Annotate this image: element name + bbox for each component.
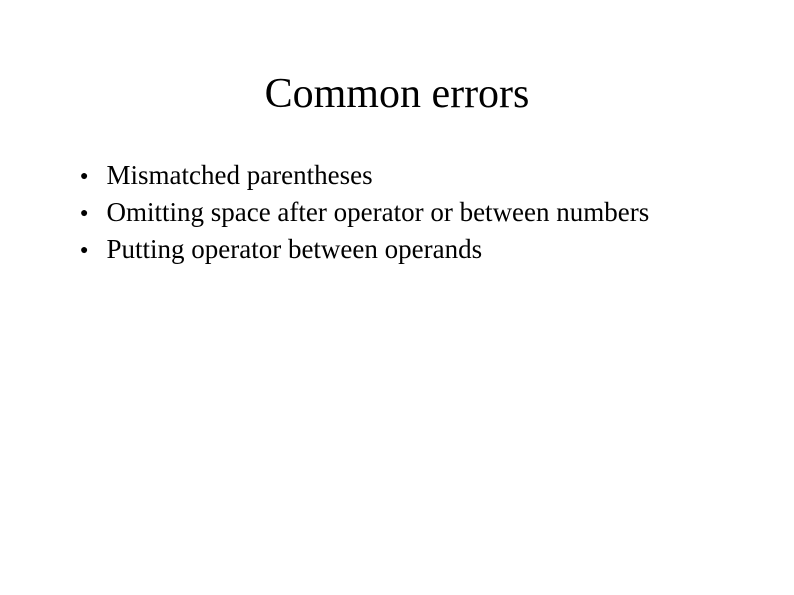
- list-item: ● Mismatched parentheses: [80, 158, 744, 193]
- list-item: ● Putting operator between operands: [80, 232, 744, 267]
- bullet-text: Putting operator between operands: [106, 232, 744, 267]
- list-item: ● Omitting space after operator or betwe…: [80, 195, 744, 230]
- slide-title: Common errors: [50, 70, 744, 118]
- bullet-icon: ●: [80, 168, 88, 186]
- bullet-text: Omitting space after operator or between…: [106, 195, 744, 230]
- bullet-text: Mismatched parentheses: [106, 158, 744, 193]
- bullet-list: ● Mismatched parentheses ● Omitting spac…: [50, 158, 744, 267]
- bullet-icon: ●: [80, 205, 88, 223]
- bullet-icon: ●: [80, 242, 88, 260]
- slide-container: Common errors ● Mismatched parentheses ●…: [0, 0, 794, 595]
